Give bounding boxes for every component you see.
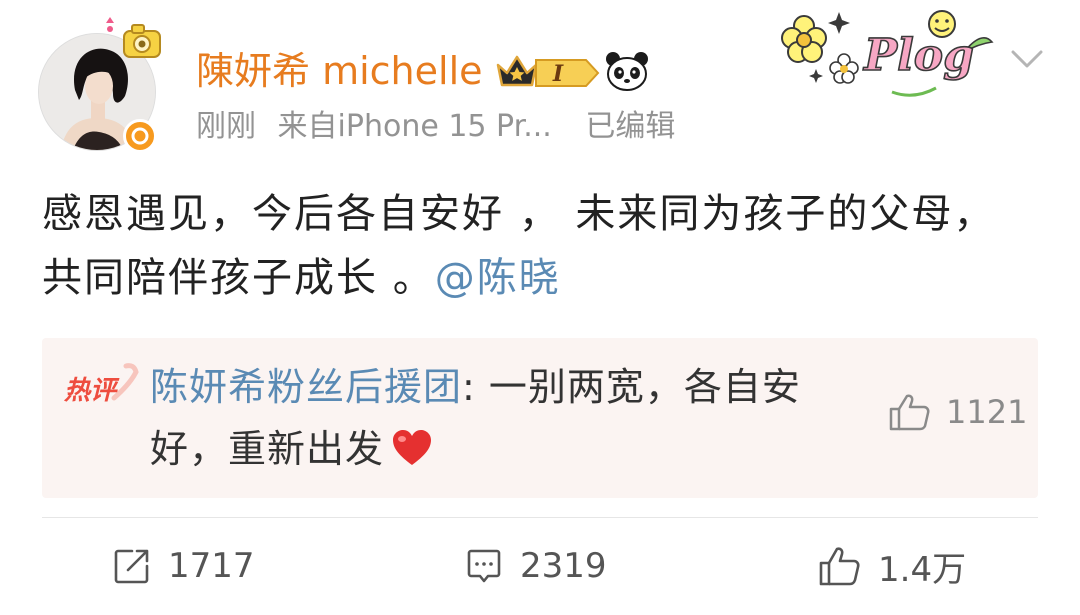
repost-icon — [114, 549, 149, 584]
avatar-container[interactable] — [38, 17, 161, 153]
comment-body: 陈妍希粉丝后援团: 一别两宽，各自安好，重新出发 — [150, 356, 830, 480]
verified-badge — [123, 119, 157, 153]
like-count: 1.4万 — [878, 549, 967, 590]
mention-link[interactable]: @陈晓 — [435, 255, 561, 301]
sparkle-icon — [828, 12, 850, 34]
post-source[interactable]: 来自iPhone 15 Pr... — [278, 109, 552, 144]
comment-count: 2319 — [520, 546, 607, 586]
panda-icon[interactable] — [604, 49, 650, 93]
plog-sticker-text: Plog — [862, 30, 974, 81]
comment-icon — [467, 549, 501, 583]
flower-icon — [829, 53, 859, 84]
comment-like-count: 1121 — [946, 393, 1028, 431]
sparkle-icon — [809, 69, 823, 83]
flower-icon — [781, 15, 827, 63]
like-button[interactable]: 1.4万 — [818, 542, 966, 590]
hot-tag-label: 热评 — [64, 376, 117, 406]
weibo-post: 陳妍希 michelle I 刚刚 来自iPhone 15 Pr... 已编辑 — [0, 0, 1080, 615]
level-badge-text: I — [552, 61, 564, 87]
verified-check-icon — [131, 127, 149, 145]
chevron-down-icon[interactable] — [1008, 44, 1046, 74]
edited-label[interactable]: 已编辑 — [585, 109, 675, 144]
heart-icon — [393, 430, 432, 465]
user-name[interactable]: 陳妍希 michelle — [196, 44, 483, 98]
thumbs-up-icon — [889, 394, 930, 431]
hot-comment[interactable]: 热评 陈妍希粉丝后援团: 一别两宽，各自安好，重新出发 1121 — [42, 338, 1038, 498]
camera-pendant-icon — [106, 17, 161, 58]
comment-like-button[interactable]: 1121 — [888, 390, 1027, 434]
post-text: 感恩遇见，今后各自安好 ， 未来同为孩子的父母， 共同陪伴孩子成长 。@陈晓 — [42, 182, 1042, 310]
level-badge[interactable]: I — [532, 56, 602, 90]
divider — [42, 517, 1038, 518]
comment-author[interactable]: 陈妍希粉丝后援团 — [150, 365, 462, 409]
repost-button[interactable]: 1717 — [112, 542, 255, 590]
post-meta: 刚刚 来自iPhone 15 Pr... 已编辑 — [196, 107, 687, 147]
post-time: 刚刚 — [196, 109, 256, 144]
comment-button[interactable]: 2319 — [464, 542, 607, 590]
repost-count: 1717 — [168, 546, 255, 586]
comment-separator: : — [462, 365, 489, 409]
hot-comment-tag: 热评 — [60, 362, 156, 406]
thumbs-up-icon — [819, 547, 860, 586]
plog-sticker: Plog — [781, 10, 994, 97]
